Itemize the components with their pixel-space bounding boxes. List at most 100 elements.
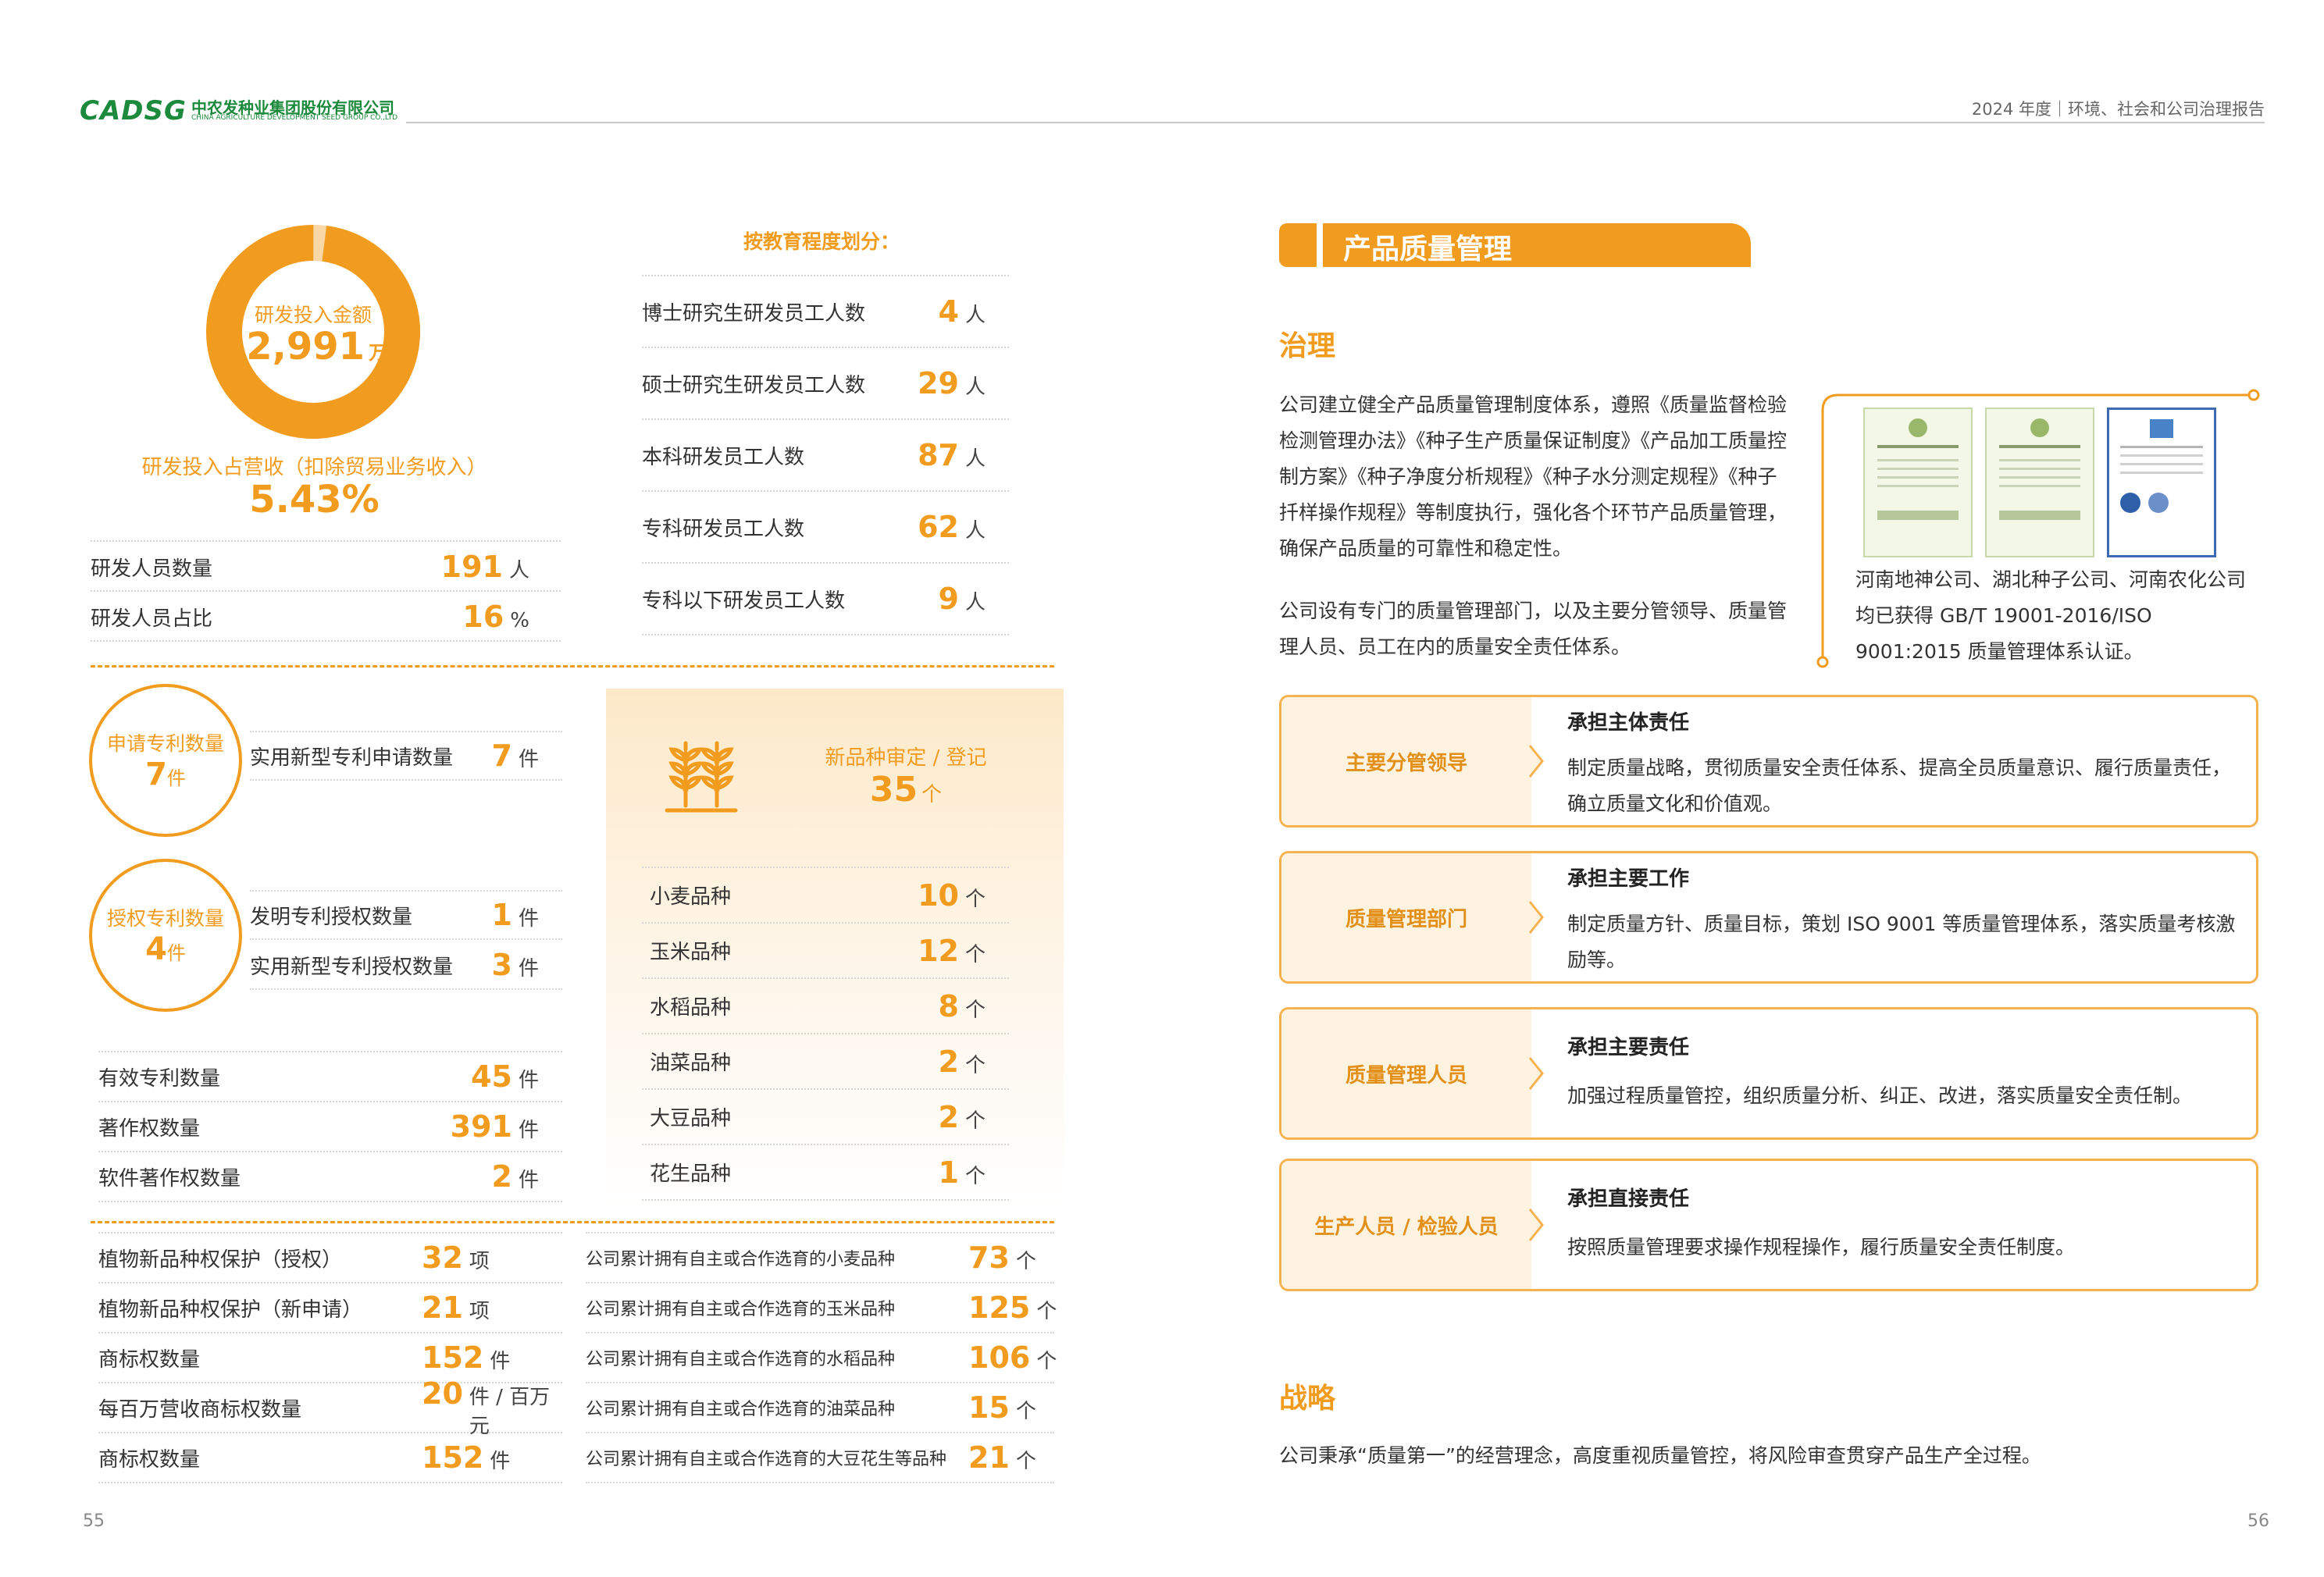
row-label: 本科研发员工人数 xyxy=(642,445,805,469)
row-value: 3 xyxy=(491,948,512,982)
row-unit: 件 xyxy=(518,1119,539,1142)
responsibility-role: 主要分管领导 xyxy=(1281,697,1531,825)
bottom-left-row: 植物新品种权保护（新申请） 21 项 xyxy=(98,1283,562,1333)
row-label: 小麦品种 xyxy=(650,885,732,909)
variety-unit: 个 xyxy=(921,783,943,806)
row-unit: 个 xyxy=(964,998,986,1022)
row-value: 2 xyxy=(938,1099,959,1134)
responsibility-box: 质量管理人员 承担主要责任 加强过程质量管控，组织质量分析、纠正、改进，落实质量… xyxy=(1279,1007,2258,1140)
ip-row: 软件著作权数量 2件 xyxy=(98,1152,562,1202)
governance-paragraph-1: 公司建立健全产品质量管理制度体系，遵照《质量监督检验检测管理办法》《种子生产质量… xyxy=(1279,393,1788,560)
responsibility-box: 质量管理部门 承担主要工作 制定质量方针、质量目标，策划 ISO 9001 等质… xyxy=(1279,851,2258,984)
responsibility-title: 承担主要工作 xyxy=(1567,867,1690,891)
row-unit: 件 / 百万元 xyxy=(469,1386,551,1438)
bottom-left-row: 植物新品种权保护（授权） 32 项 xyxy=(98,1233,562,1283)
row-unit: 人 xyxy=(964,304,986,327)
bottom-right-row: 公司累计拥有自主或合作选育的大豆花生等品种 21 个 xyxy=(586,1433,1054,1483)
patent-apply-circle: 申请专利数量 7件 xyxy=(89,684,242,837)
patent-grant-value: 4 xyxy=(145,931,167,967)
row-label: 商标权数量 xyxy=(98,1447,201,1472)
variety-value-wrap: 35 个 xyxy=(789,770,1023,810)
donut-value-wrap: 12,991 万元 xyxy=(205,325,422,368)
row-value: 4 xyxy=(938,294,959,329)
row-unit: 个 xyxy=(1015,1400,1036,1423)
responsibility-role: 生产人员 / 检验人员 xyxy=(1281,1161,1531,1289)
responsibility-body: 制定质量方针、质量目标，策划 ISO 9001 等质量管理体系，落实质量考核激励… xyxy=(1567,913,2236,971)
patent-grant-circle: 授权专利数量 4件 xyxy=(89,859,242,1012)
section-title: 产品质量管理 xyxy=(1343,233,1513,265)
responsibility-body: 加强过程质量管控，组织质量分析、纠正、改进，落实质量安全责任制。 xyxy=(1567,1084,2193,1107)
row-value: 106 xyxy=(968,1340,1031,1375)
variety-row: 小麦品种 10 个 xyxy=(642,868,1009,924)
page-number-left: 55 xyxy=(83,1511,105,1531)
row-value: 8 xyxy=(938,988,959,1023)
row-label: 博士研究生研发员工人数 xyxy=(642,301,866,326)
responsibility-title: 承担直接责任 xyxy=(1567,1187,1690,1211)
row-label: 水稻品种 xyxy=(650,996,732,1020)
variety-row: 水稻品种 8个 xyxy=(642,979,1009,1034)
page-number-right: 56 xyxy=(2247,1511,2269,1531)
responsibility-body: 制定质量战略，贯彻质量安全责任体系、提高全员质量意识、履行质量责任，确立质量文化… xyxy=(1567,756,2232,815)
bottom-right-row: 公司累计拥有自主或合作选育的油菜品种 15 个 xyxy=(586,1383,1054,1433)
row-unit: 个 xyxy=(964,1164,986,1188)
row-value: 21 xyxy=(422,1290,463,1325)
row-value: 2 xyxy=(938,1044,959,1079)
divider xyxy=(91,540,561,542)
row-label: 公司累计拥有自主或合作选育的油菜品种 xyxy=(586,1400,896,1419)
variety-label: 新品种审定 / 登记 xyxy=(825,746,987,770)
ip-row: 有效专利数量 45 件 xyxy=(98,1052,562,1102)
strategy-title: 战略 xyxy=(1279,1383,1336,1415)
row-unit: 人 xyxy=(964,447,986,471)
responsibility-box: 生产人员 / 检验人员 承担直接责任 按照质量管理要求操作规程操作，履行质量安全… xyxy=(1279,1159,2258,1291)
row-label: 植物新品种权保护（新申请） xyxy=(98,1298,363,1322)
row-label: 有效专利数量 xyxy=(98,1066,221,1091)
governance-title: 治理 xyxy=(1279,330,1336,362)
row-value: 152 xyxy=(422,1440,484,1475)
row-unit: 个 xyxy=(1015,1450,1036,1473)
row-unit: 人 xyxy=(964,591,986,614)
responsibility-body: 按照质量管理要求操作规程操作，履行质量安全责任制度。 xyxy=(1567,1236,2076,1258)
row-value: 191 xyxy=(440,550,503,584)
ip-row: 著作权数量 391 件 xyxy=(98,1102,562,1152)
patent-grant-unit: 件 xyxy=(166,942,186,964)
rd-ratio-label: 研发投入占营收（扣除贸易业务收入） xyxy=(141,456,487,479)
bottom-right-row: 公司累计拥有自主或合作选育的玉米品种 125 个 xyxy=(586,1283,1057,1333)
row-label: 硕士研究生研发员工人数 xyxy=(642,373,866,397)
row-value: 45 xyxy=(471,1059,512,1094)
governance-paragraph-2: 公司设有专门的质量管理部门，以及主要分管领导、质量管理人员、员工在内的质量安全责… xyxy=(1279,600,1788,658)
responsibility-box: 主要分管领导 承担主体责任 制定质量战略，贯彻质量安全责任体系、提高全员质量意识… xyxy=(1279,695,2258,828)
row-value: 1 xyxy=(938,1155,959,1190)
row-label: 大豆品种 xyxy=(650,1107,732,1130)
education-row: 专科以下研发员工人数 9人 xyxy=(642,564,1009,635)
bottom-right-row: 公司累计拥有自主或合作选育的小麦品种 73 个 xyxy=(586,1233,1054,1283)
strategy-paragraph: 公司秉承“质量第一”的经营理念，高度重视质量管控，将风险审查贯穿产品生产全过程。 xyxy=(1279,1444,2041,1467)
row-label: 油菜品种 xyxy=(650,1052,732,1075)
variety-row: 玉米品种 12 个 xyxy=(642,924,1009,979)
row-unit: 件 xyxy=(518,748,539,771)
certificate-icon xyxy=(1863,408,1973,557)
patent-apply-value: 7 xyxy=(145,756,167,792)
certificate-caption: 河南地神公司、湖北种子公司、河南农化公司均已获得 GB/T 19001-2016… xyxy=(1855,568,2247,663)
bottom-left-row: 每百万营收商标权数量 20 件 / 百万元 xyxy=(98,1376,562,1438)
education-row: 硕士研究生研发员工人数 29 人 xyxy=(642,348,1009,420)
row-unit: 件 xyxy=(490,1350,511,1373)
row-label: 实用新型专利申请数量 xyxy=(250,746,454,770)
row-unit: 件 xyxy=(518,1169,539,1192)
row-label: 每百万营收商标权数量 xyxy=(98,1397,302,1422)
row-unit: 件 xyxy=(518,1069,539,1092)
row-label: 花生品种 xyxy=(650,1162,732,1186)
row-label: 公司累计拥有自主或合作选育的大豆花生等品种 xyxy=(586,1450,947,1469)
row-value: 21 xyxy=(968,1440,1010,1475)
patent-grant-row: 实用新型专利授权数量 3件 xyxy=(250,942,562,990)
donut-value: 12,991 xyxy=(219,325,365,368)
patent-apply-row: 实用新型专利申请数量 7件 xyxy=(250,732,562,781)
row-unit: 件 xyxy=(518,957,539,981)
row-unit: 个 xyxy=(964,1109,986,1133)
row-value: 87 xyxy=(918,438,959,472)
variety-row: 大豆品种 2个 xyxy=(642,1090,1009,1145)
education-title: 按教育程度划分： xyxy=(743,230,900,253)
education-row: 专科研发员工人数 62 人 xyxy=(642,492,1009,564)
staff-row: 研发人员数量 191 人 xyxy=(91,543,561,592)
row-value: 32 xyxy=(422,1241,463,1275)
row-value: 73 xyxy=(968,1241,1010,1275)
